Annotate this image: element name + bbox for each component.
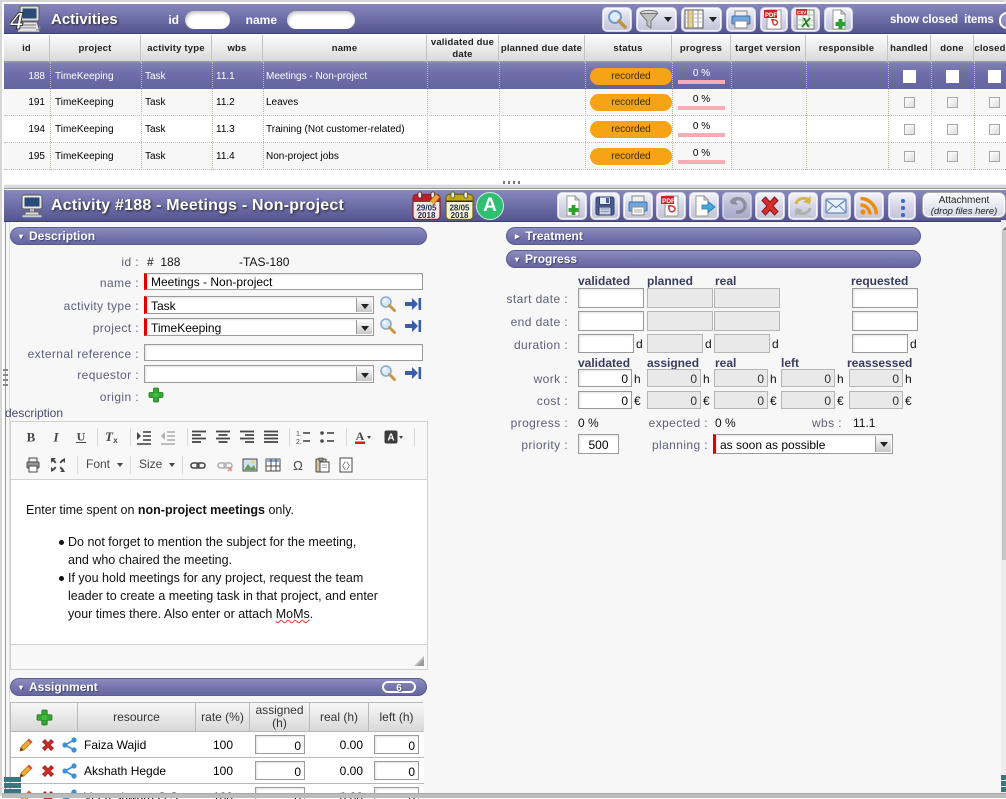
svg-text:PDF: PDF <box>662 198 675 205</box>
svg-text:A: A <box>356 429 365 443</box>
svg-text:2.: 2. <box>296 439 302 445</box>
svg-text:2018: 2018 <box>418 211 436 220</box>
svg-text:4: 4 <box>10 8 23 35</box>
svg-text:PDF: PDF <box>765 13 777 19</box>
svg-text:2018: 2018 <box>451 211 469 220</box>
svg-text:X: X <box>801 15 812 30</box>
svg-text:〈〉: 〈〉 <box>338 461 354 471</box>
svg-text:U: U <box>77 430 86 444</box>
svg-text:x: x <box>113 436 118 445</box>
svg-text:1.: 1. <box>296 431 302 438</box>
svg-text:B: B <box>27 430 36 445</box>
svg-text:A: A <box>387 433 394 444</box>
svg-text:Ω: Ω <box>293 458 303 473</box>
svg-text:I: I <box>52 430 59 445</box>
